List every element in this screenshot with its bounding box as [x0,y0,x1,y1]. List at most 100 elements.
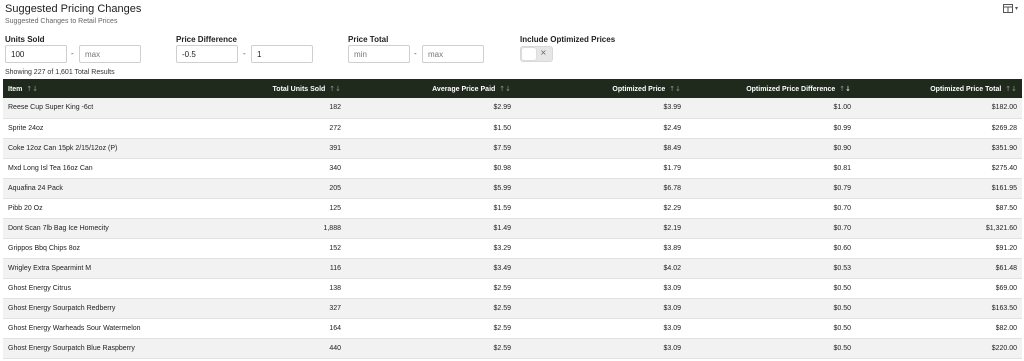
units-sold-label: Units Sold [5,35,45,44]
column-header-optimized-price-difference[interactable]: Optimized Price Difference ↑↓ [686,79,856,98]
cell-optimized-price-difference: $0.50 [686,338,856,359]
cell-optimized-price-total: $182.00 [856,98,1022,119]
cell-average-price-paid: $2.59 [346,318,516,339]
cell-optimized-price-total: $69.00 [856,278,1022,299]
include-optimized-toggle[interactable]: × [520,46,553,62]
cell-optimized-price-total: $82.00 [856,318,1022,339]
units-sold-min-input[interactable] [5,45,67,63]
table-row[interactable]: Aquafina 24 Pack 205 $5.99 $6.78 $0.79 $161.9… [3,178,1022,199]
cell-total-units-sold: 340 [203,158,346,179]
cell-total-units-sold: 205 [203,178,346,199]
cell-item: Coke 12oz Can 15pk 2/15/12oz (P) [3,138,203,159]
cell-average-price-paid: $7.59 [346,138,516,159]
price-total-max-input[interactable] [422,45,484,63]
column-header-label: Optimized Price [612,85,666,93]
column-header-optimized-price[interactable]: Optimized Price ↑↓ [516,79,686,98]
cell-total-units-sold: 182 [203,98,346,119]
column-header-optimized-price-total[interactable]: Optimized Price Total ↑↓ [856,79,1022,98]
cell-optimized-price: $2.49 [516,118,686,139]
cell-optimized-price-total: $351.90 [856,138,1022,159]
view-options-button[interactable]: ▾ [1002,4,1018,13]
cell-average-price-paid: $2.59 [346,298,516,319]
table-row[interactable]: Dont Scan 7lb Bag Ice Homecity 1,888 $1.49… [3,218,1022,239]
cell-average-price-paid: $1.59 [346,198,516,219]
table-row[interactable]: Ghost Energy Sourpatch Blue Raspberry 440… [3,338,1022,359]
cell-item: Ghost Energy Sourpatch Blue Raspberry [3,338,203,359]
price-difference-min-input[interactable] [176,45,238,63]
cell-optimized-price: $2.29 [516,198,686,219]
cell-optimized-price-difference: $0.60 [686,238,856,259]
cell-average-price-paid: $2.59 [346,338,516,359]
cell-optimized-price-difference: $0.70 [686,198,856,219]
cell-total-units-sold: 116 [203,258,346,279]
sort-down-icon: ↓ [1011,84,1017,93]
price-total-min-input[interactable] [348,45,410,63]
table-row[interactable]: Mxd Long Isl Tea 16oz Can 340 $0.98 $1.79 $0… [3,158,1022,179]
units-sold-separator: - [71,49,74,58]
column-header-label: Total Units Sold [272,85,326,93]
price-total-label: Price Total [348,35,389,44]
table-row[interactable]: Grippos Bbq Chips 8oz 152 $3.29 $3.89 $0.60 $… [3,238,1022,259]
sort-down-icon: ↓ [675,84,681,93]
cell-optimized-price-total: $163.50 [856,298,1022,319]
table-row[interactable]: Coke 12oz Can 15pk 2/15/12oz (P) 391 $7.59… [3,138,1022,159]
cell-optimized-price-difference: $0.53 [686,258,856,279]
cell-average-price-paid: $3.29 [346,238,516,259]
page-subtitle: Suggested Changes to Retail Prices [5,18,118,25]
column-header-label: Optimized Price Total [930,85,1002,93]
table-row[interactable]: Ghost Energy Citrus 138 $2.59 $3.09 $0.50 $69… [3,278,1022,299]
table-row[interactable]: Sprite 24oz 272 $1.50 $2.49 $0.99 $269.28 [3,118,1022,139]
cell-average-price-paid: $3.49 [346,258,516,279]
cell-optimized-price: $1.79 [516,158,686,179]
table-row[interactable]: Ghost Energy Warheads Sour Watermelon 164… [3,318,1022,339]
table-row[interactable]: Ghost Energy Sourpatch Redberry 327 $2.59 $… [3,298,1022,319]
cell-item: Sprite 24oz [3,118,203,139]
cell-optimized-price-total: $220.00 [856,338,1022,359]
cell-optimized-price-difference: $1.00 [686,98,856,119]
cell-optimized-price-total: $61.48 [856,258,1022,279]
sort-icon[interactable]: ↑↓ [26,85,38,93]
column-header-average-price-paid[interactable]: Average Price Paid ↑↓ [346,79,516,98]
price-total-separator: - [414,49,417,58]
cell-average-price-paid: $2.59 [346,278,516,299]
cell-optimized-price: $2.19 [516,218,686,239]
sort-icon[interactable]: ↑↓ [329,85,341,93]
cell-item: Aquafina 24 Pack [3,178,203,199]
table-row[interactable]: Wrigley Extra Spearmint M 116 $3.49 $4.02 $0… [3,258,1022,279]
cell-item: Wrigley Extra Spearmint M [3,258,203,279]
sort-down-icon: ↓ [335,84,341,93]
table-view-icon [1002,4,1013,13]
cell-total-units-sold: 164 [203,318,346,339]
column-header-item[interactable]: Item ↑↓ [3,79,203,98]
cell-item: Mxd Long Isl Tea 16oz Can [3,158,203,179]
cell-optimized-price: $4.02 [516,258,686,279]
units-sold-max-input[interactable] [79,45,141,63]
cell-optimized-price: $6.78 [516,178,686,199]
price-difference-separator: - [243,49,246,58]
cell-optimized-price-difference: $0.50 [686,298,856,319]
cell-average-price-paid: $0.98 [346,158,516,179]
column-header-label: Item [8,85,23,93]
cell-optimized-price: $8.49 [516,138,686,159]
cell-total-units-sold: 440 [203,338,346,359]
table-row[interactable]: Reese Cup Super King -6ct 182 $2.99 $3.99 $1… [3,98,1022,119]
toggle-knob [522,48,536,60]
include-optimized-label: Include Optimized Prices [520,35,616,44]
column-header-label: Optimized Price Difference [746,85,836,93]
page-title: Suggested Pricing Changes [5,3,142,15]
price-difference-max-input[interactable] [251,45,313,63]
cell-item: Ghost Energy Warheads Sour Watermelon [3,318,203,339]
cell-item: Grippos Bbq Chips 8oz [3,238,203,259]
sort-icon[interactable]: ↑↓ [669,85,681,93]
cell-average-price-paid: $2.99 [346,98,516,119]
cell-optimized-price-total: $269.28 [856,118,1022,139]
column-header-total-units-sold[interactable]: Total Units Sold ↑↓ [203,79,346,98]
cell-total-units-sold: 152 [203,238,346,259]
price-difference-label: Price Difference [176,35,237,44]
sort-icon[interactable]: ↑↓ [1005,85,1017,93]
sort-down-icon: ↓ [505,84,511,93]
table-body: Reese Cup Super King -6ct 182 $2.99 $3.99 $1… [3,98,1022,359]
sort-icon[interactable]: ↑↓ [499,85,511,93]
table-row[interactable]: Pibb 20 Oz 125 $1.59 $2.29 $0.70 $87.50 [3,198,1022,219]
sort-icon[interactable]: ↑↓ [839,85,851,93]
